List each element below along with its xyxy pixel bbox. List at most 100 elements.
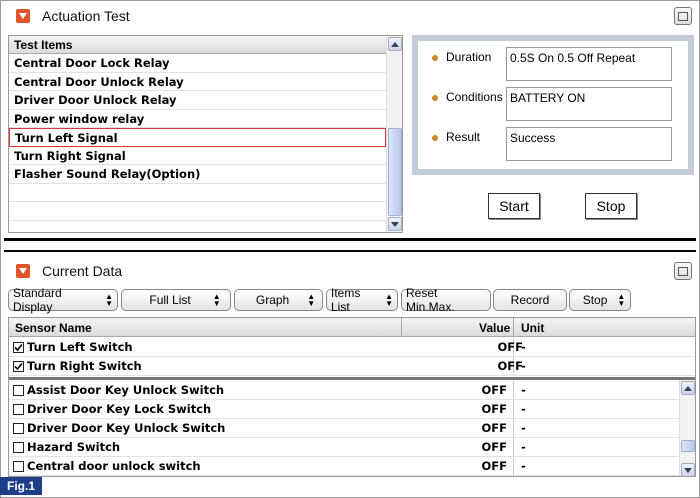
- maximize-current-data-icon[interactable]: [674, 262, 692, 280]
- sensor-name: Driver Door Key Lock Switch: [27, 402, 212, 416]
- sensor-unit: -: [521, 440, 526, 454]
- sensor-name-column-header[interactable]: Sensor Name: [15, 321, 92, 335]
- start-button[interactable]: Start: [488, 193, 540, 219]
- actuation-test-header: Actuation Test: [4, 3, 694, 29]
- stop-data-label: Stop: [582, 293, 608, 307]
- test-item-row[interactable]: Turn Left Signal: [9, 128, 386, 147]
- column-divider: [513, 381, 514, 399]
- up-down-icon: ▲ ▼: [212, 292, 221, 308]
- sensor-value: OFF: [497, 359, 524, 373]
- checkbox[interactable]: [13, 341, 24, 353]
- collapse-current-data-icon[interactable]: [16, 264, 30, 278]
- data-table-scrollbar[interactable]: [679, 380, 695, 476]
- up-down-icon: ▲ ▼: [307, 292, 316, 308]
- checkbox[interactable]: [13, 384, 24, 396]
- table-row[interactable]: Assist Door Key Unlock Switch OFF -: [9, 381, 679, 400]
- duration-row: Duration 0.5S On 0.5 Off Repeat: [418, 47, 688, 83]
- sensor-data-table[interactable]: Sensor Name Value Unit Turn Left Switch O…: [8, 317, 696, 477]
- table-row[interactable]: Driver Door Key Lock Switch OFF -: [9, 400, 679, 419]
- table-row[interactable]: Driver Door Key Unlock Switch OFF -: [9, 419, 679, 438]
- sensor-name: Central door unlock switch: [27, 459, 201, 473]
- scroll-down-icon[interactable]: [681, 463, 695, 476]
- items-list-select[interactable]: Items List ▲ ▼: [326, 286, 398, 314]
- sensor-name-cell: Turn Left Switch: [13, 340, 133, 354]
- scroll-thumb[interactable]: [388, 128, 402, 216]
- value-column-header[interactable]: Value: [479, 321, 510, 335]
- sensor-name-cell: Assist Door Key Unlock Switch: [13, 383, 224, 397]
- sensor-name: Assist Door Key Unlock Switch: [27, 383, 225, 397]
- test-item-row[interactable]: Driver Door Unlock Relay: [9, 91, 386, 110]
- current-data-title: Current Data: [42, 263, 123, 279]
- scroll-up-icon[interactable]: [681, 381, 695, 395]
- current-data-header: Current Data: [4, 258, 694, 284]
- sensor-unit: -: [521, 421, 526, 435]
- sensor-value: OFF: [481, 383, 508, 397]
- test-items-list[interactable]: Test Items Central Door Lock Relay Centra…: [8, 35, 403, 233]
- table-row[interactable]: Turn Right Switch OFF -: [9, 357, 695, 376]
- conditions-value: BATTERY ON: [506, 87, 672, 121]
- checkbox[interactable]: [13, 403, 24, 415]
- test-items-scrollbar[interactable]: [386, 36, 402, 232]
- conditions-row: Conditions BATTERY ON: [418, 87, 688, 123]
- standard-display-label: Standard Display: [13, 286, 62, 314]
- column-divider: [513, 318, 514, 337]
- sensor-unit: -: [521, 340, 526, 354]
- test-item-row[interactable]: Central Door Unlock Relay: [9, 73, 386, 91]
- test-item-row[interactable]: Central Door Lock Relay: [9, 54, 386, 73]
- standard-display-select[interactable]: Standard Display ▲ ▼: [8, 286, 118, 314]
- test-item-row[interactable]: [9, 202, 386, 221]
- record-button[interactable]: Record: [493, 289, 567, 311]
- checkbox[interactable]: [13, 422, 24, 434]
- sensor-unit: -: [521, 402, 526, 416]
- test-item-row[interactable]: Power window relay: [9, 110, 386, 128]
- sensor-name: Hazard Switch: [27, 440, 121, 454]
- full-list-label: Full List: [149, 293, 191, 307]
- sensor-name: Driver Door Key Unlock Switch: [27, 421, 226, 435]
- result-row: Result Success: [418, 127, 688, 163]
- bullet-icon: [432, 95, 438, 101]
- duration-label: Duration: [446, 50, 492, 64]
- graph-select[interactable]: Graph ▲ ▼: [234, 289, 323, 311]
- bullet-icon: [432, 135, 438, 141]
- test-item-row[interactable]: [9, 184, 386, 202]
- stop-data-select[interactable]: Stop ▲ ▼: [569, 289, 631, 311]
- up-down-icon: ▲ ▼: [385, 292, 393, 308]
- checkbox[interactable]: [13, 441, 24, 453]
- table-row[interactable]: Central door unlock switch OFF -: [9, 457, 679, 476]
- graph-label: Graph: [255, 293, 290, 307]
- scroll-up-icon[interactable]: [388, 37, 402, 51]
- checkbox[interactable]: [13, 460, 24, 472]
- sensor-name: Turn Right Switch: [27, 359, 142, 373]
- sensor-unit: -: [521, 459, 526, 473]
- column-divider: [513, 400, 514, 418]
- maximize-actuation-icon[interactable]: [674, 7, 692, 25]
- duration-value: 0.5S On 0.5 Off Repeat: [506, 47, 672, 81]
- full-list-select[interactable]: Full List ▲ ▼: [121, 289, 231, 311]
- sensor-name-cell: Central door unlock switch: [13, 459, 201, 473]
- actuation-test-title: Actuation Test: [42, 8, 130, 24]
- stop-actuation-button[interactable]: Stop: [585, 193, 637, 219]
- sensor-table-header: Sensor Name Value Unit: [9, 318, 695, 337]
- up-down-icon: ▲ ▼: [105, 292, 113, 308]
- scroll-thumb[interactable]: [681, 440, 695, 452]
- checkbox[interactable]: [13, 360, 24, 372]
- sensor-name-cell: Driver Door Key Lock Switch: [13, 402, 211, 416]
- up-down-icon: ▲ ▼: [617, 292, 626, 308]
- panel-divider: [4, 250, 696, 252]
- unit-column-header[interactable]: Unit: [521, 321, 544, 335]
- table-row[interactable]: Hazard Switch OFF -: [9, 438, 679, 457]
- sensor-unit: -: [521, 383, 526, 397]
- panel-divider: [4, 238, 696, 241]
- result-label: Result: [446, 130, 481, 144]
- test-item-row[interactable]: Turn Right Signal: [9, 147, 386, 165]
- figure-label: Fig.1: [0, 477, 42, 495]
- table-row[interactable]: Turn Left Switch OFF -: [9, 338, 695, 357]
- sensor-value: OFF: [481, 421, 508, 435]
- reset-min-max-button[interactable]: Reset Min.Max.: [401, 286, 491, 314]
- scroll-down-icon[interactable]: [388, 217, 402, 231]
- sensor-name-cell: Hazard Switch: [13, 440, 120, 454]
- collapse-actuation-icon[interactable]: [16, 9, 30, 23]
- sensor-value: OFF: [481, 459, 508, 473]
- test-item-row[interactable]: Flasher Sound Relay(Option): [9, 165, 386, 184]
- sensor-value: OFF: [497, 340, 524, 354]
